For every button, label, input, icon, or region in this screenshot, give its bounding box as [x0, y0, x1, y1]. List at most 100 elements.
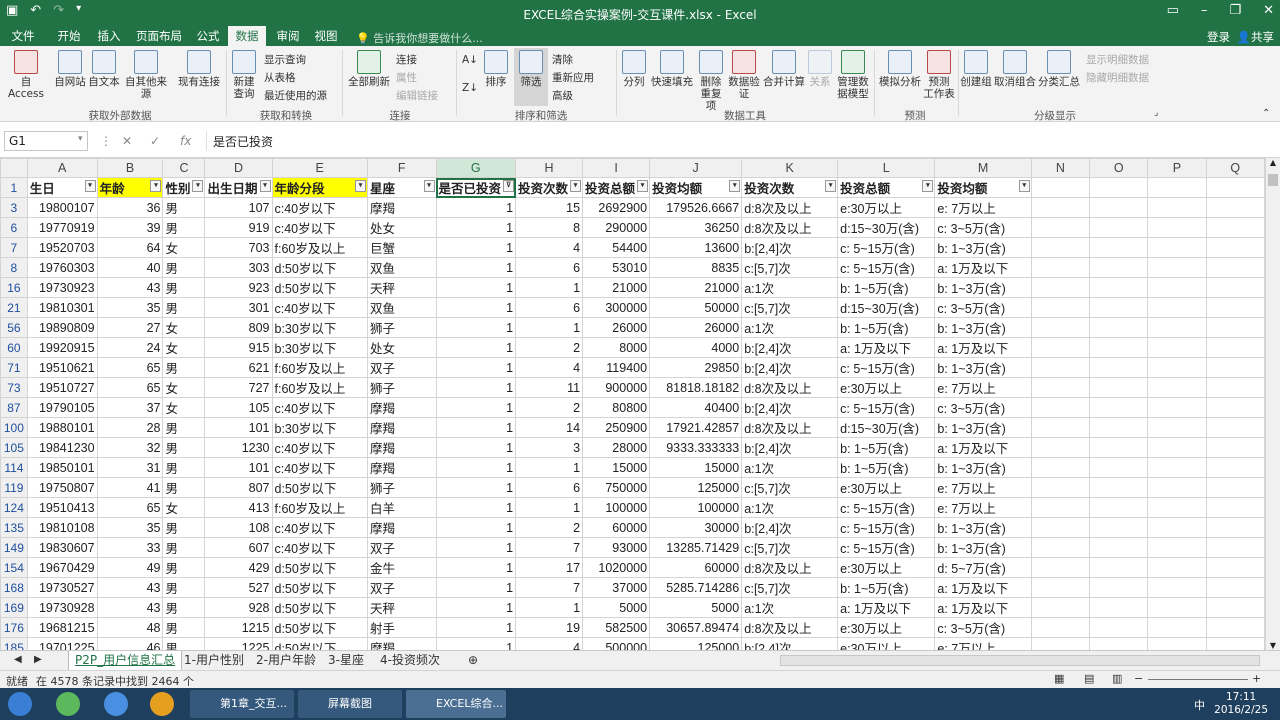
table-cell[interactable]: 39 [96, 217, 164, 238]
table-cell[interactable]: 19510621 [26, 357, 98, 378]
table-cell[interactable]: 4000 [649, 337, 743, 358]
empty-cell[interactable] [1205, 377, 1265, 398]
table-cell[interactable]: b:30岁以下 [271, 337, 368, 358]
tab-insert[interactable]: 插入 [90, 26, 128, 46]
table-cell[interactable]: d:8次及以上 [741, 197, 839, 218]
table-cell[interactable]: 5000 [649, 597, 743, 618]
table-cell[interactable]: 5000 [582, 597, 651, 618]
from-table-button[interactable]: 从表格 [264, 70, 296, 85]
table-cell[interactable]: d:50岁以下 [271, 597, 368, 618]
filter-dropdown-icon[interactable]: ▾ [729, 180, 741, 192]
empty-cell[interactable] [1147, 437, 1207, 458]
table-cell[interactable]: b: 1~3万(含) [934, 317, 1032, 338]
table-cell[interactable]: 2 [515, 337, 584, 358]
header-cell[interactable]: 出生日期 ▾ [204, 177, 273, 198]
table-cell[interactable]: 2 [515, 397, 584, 418]
from-web-button[interactable]: 自网站 [52, 50, 88, 88]
empty-cell[interactable] [1147, 477, 1207, 498]
empty-cell[interactable] [1205, 357, 1265, 378]
table-cell[interactable]: 19800107 [26, 197, 98, 218]
table-cell[interactable]: 8 [515, 217, 584, 238]
table-cell[interactable]: 53010 [582, 257, 651, 278]
table-cell[interactable]: 35 [96, 517, 164, 538]
filter-dropdown-icon[interactable]: ▾ [825, 180, 837, 192]
table-cell[interactable]: 100000 [582, 497, 651, 518]
table-cell[interactable]: 摩羯 [366, 417, 437, 438]
table-cell[interactable]: 727 [204, 377, 273, 398]
share-button[interactable]: 👤共享 [1237, 29, 1274, 45]
empty-cell[interactable] [1030, 417, 1091, 438]
row-number[interactable]: 71 [0, 357, 28, 378]
table-cell[interactable]: b:[2,4]次 [741, 337, 839, 358]
empty-cell[interactable] [1030, 577, 1091, 598]
empty-cell[interactable] [1205, 417, 1265, 438]
table-cell[interactable]: 30000 [649, 517, 743, 538]
filter-dropdown-icon[interactable]: ▾ [423, 180, 435, 192]
table-cell[interactable]: 男 [162, 257, 206, 278]
empty-cell[interactable] [1089, 377, 1149, 398]
row-number[interactable]: 21 [0, 297, 28, 318]
empty-cell[interactable] [1030, 257, 1091, 278]
table-cell[interactable]: 6 [515, 477, 584, 498]
table-cell[interactable]: 413 [204, 497, 273, 518]
table-cell[interactable]: a:1次 [741, 497, 839, 518]
table-cell[interactable]: 250900 [582, 417, 651, 438]
table-cell[interactable]: 19 [515, 617, 584, 638]
empty-cell[interactable] [1089, 277, 1149, 298]
empty-cell[interactable] [1089, 217, 1149, 238]
table-cell[interactable]: d:8次及以上 [741, 417, 839, 438]
table-cell[interactable]: c:40岁以下 [271, 397, 368, 418]
table-cell[interactable]: 1 [435, 397, 517, 418]
empty-cell[interactable] [1030, 517, 1091, 538]
table-cell[interactable]: 1 [435, 357, 517, 378]
table-cell[interactable]: b:30岁以下 [271, 417, 368, 438]
table-cell[interactable]: 摩羯 [366, 457, 437, 478]
table-cell[interactable]: 807 [204, 477, 273, 498]
table-cell[interactable]: b: 1~5万(含) [837, 457, 936, 478]
table-cell[interactable]: 26000 [582, 317, 651, 338]
empty-cell[interactable] [1030, 177, 1091, 198]
empty-cell[interactable] [1147, 617, 1207, 638]
table-cell[interactable]: 19670429 [26, 557, 98, 578]
filter-dropdown-icon[interactable]: ▾ [922, 180, 934, 192]
table-cell[interactable]: d:50岁以下 [271, 477, 368, 498]
table-cell[interactable]: 白羊 [366, 497, 437, 518]
table-cell[interactable]: 2692900 [582, 197, 651, 218]
table-cell[interactable]: 1 [435, 197, 517, 218]
table-cell[interactable]: d:8次及以上 [741, 217, 839, 238]
table-cell[interactable]: 125000 [649, 477, 743, 498]
table-cell[interactable]: 巨蟹 [366, 237, 437, 258]
normal-view-icon[interactable]: ▦ [1054, 672, 1064, 685]
table-cell[interactable]: 41 [96, 477, 164, 498]
empty-cell[interactable] [1030, 557, 1091, 578]
table-cell[interactable]: 男 [162, 417, 206, 438]
feather-icon[interactable] [104, 692, 128, 716]
table-cell[interactable]: d:8次及以上 [741, 377, 839, 398]
row-number[interactable]: 154 [0, 557, 28, 578]
header-cell[interactable]: 生日 ▾ [26, 177, 98, 198]
table-cell[interactable]: 64 [96, 237, 164, 258]
table-cell[interactable]: 6 [515, 297, 584, 318]
table-cell[interactable]: c:[5,7]次 [741, 577, 839, 598]
table-cell[interactable]: 19510727 [26, 377, 98, 398]
empty-cell[interactable] [1030, 217, 1091, 238]
new-query-button[interactable]: 新建 查询 [230, 50, 258, 100]
table-cell[interactable]: b: 1~3万(含) [934, 517, 1032, 538]
empty-cell[interactable] [1205, 477, 1265, 498]
table-cell[interactable]: 狮子 [366, 377, 437, 398]
table-cell[interactable]: c: 5~15万(含) [837, 257, 936, 278]
table-cell[interactable]: 4 [515, 357, 584, 378]
table-cell[interactable]: 65 [96, 377, 164, 398]
table-cell[interactable]: 19830607 [26, 537, 98, 558]
row-number[interactable]: 149 [0, 537, 28, 558]
system-clock[interactable]: 17:11 2016/2/25 [1214, 691, 1268, 717]
empty-cell[interactable] [1147, 257, 1207, 278]
table-cell[interactable]: c: 5~15万(含) [837, 237, 936, 258]
horizontal-scrollbar[interactable] [780, 655, 1260, 666]
header-cell[interactable]: 性别 ▾ [162, 177, 206, 198]
empty-cell[interactable] [1030, 297, 1091, 318]
empty-cell[interactable] [1205, 337, 1265, 358]
table-cell[interactable]: b: 1~5万(含) [837, 317, 936, 338]
column-header[interactable]: F [366, 158, 437, 178]
next-sheet-icon[interactable]: ▶ [28, 651, 48, 670]
